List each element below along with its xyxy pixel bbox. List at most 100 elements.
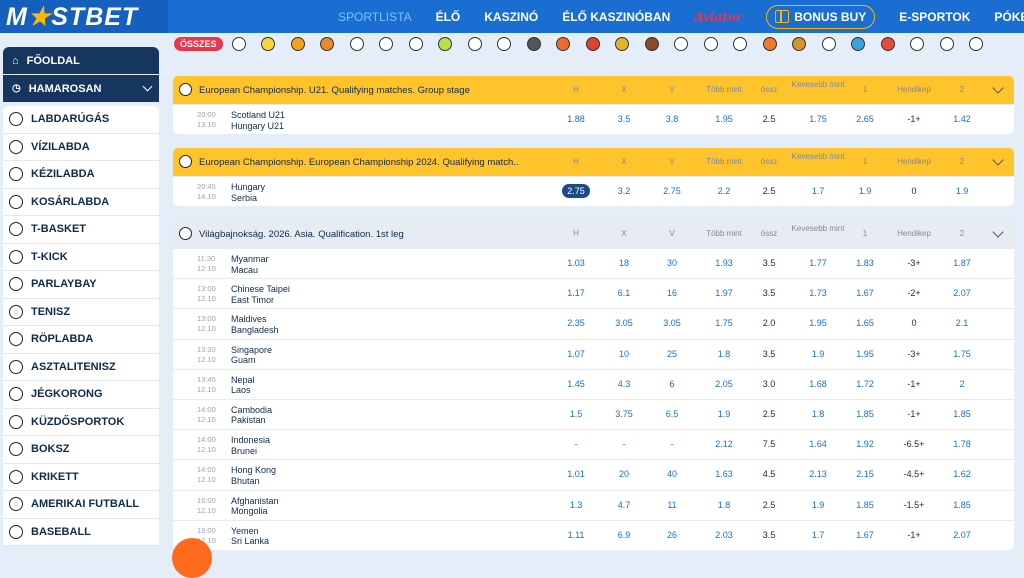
match-teams[interactable]: Hong Kong Bhutan <box>231 465 276 486</box>
volleyball-icon[interactable] <box>467 37 482 51</box>
chevron-down-icon[interactable] <box>992 82 1004 94</box>
chess-icon[interactable] <box>939 37 954 51</box>
filter-all-button[interactable]: ÖSSZES <box>174 37 223 51</box>
sidebar-item-cricket[interactable]: KRIKETT <box>3 463 159 491</box>
nav-e-sportok[interactable]: E-SPORTOK <box>899 10 970 24</box>
baseball-icon[interactable] <box>497 37 512 51</box>
nav-poker[interactable]: PÓKER <box>994 10 1024 24</box>
nav-sportlista[interactable]: SPORTLISTA <box>338 10 412 24</box>
baseball-icon[interactable] <box>674 37 689 51</box>
sidebar-item-tennis[interactable]: TENISZ <box>3 298 159 326</box>
match-teams[interactable]: Myanmar Macau <box>231 254 269 275</box>
odds-button[interactable]: 2 <box>932 379 992 389</box>
flag-icon[interactable] <box>733 37 748 51</box>
odds-button[interactable]: 6 <box>642 379 702 389</box>
bonus-buy-button[interactable]: BONUS BUY <box>766 4 876 29</box>
sidebar-item-table-tennis[interactable]: ASZTALITENISZ <box>3 353 159 381</box>
match-row[interactable]: 13:00 12.10 Chinese Taipei East Timor 1.17 6.… <box>173 278 1014 308</box>
sidebar-item-water-polo[interactable]: VÍZILABDA <box>3 133 159 161</box>
match-teams[interactable]: Nepal Laos <box>231 375 255 396</box>
esports-icon[interactable] <box>880 37 895 51</box>
match-teams[interactable]: Maldives Bangladesh <box>231 314 279 335</box>
odds-button[interactable]: 25 <box>642 349 702 359</box>
match-teams[interactable]: Chinese Taipei East Timor <box>231 284 290 305</box>
odds-button[interactable]: 2.1 <box>932 318 992 328</box>
basketball-icon[interactable] <box>320 37 335 51</box>
match-row[interactable]: 13:00 12.10 Maldives Bangladesh 2.35 3.05 3.05… <box>173 308 1014 338</box>
odds-button[interactable]: 2.07 <box>932 530 992 540</box>
cricket-icon[interactable] <box>615 37 630 51</box>
water-polo-icon[interactable] <box>851 37 866 51</box>
odds-button[interactable]: 30 <box>642 258 702 268</box>
sidebar-item-hockey[interactable]: JÉGKORONG <box>3 381 159 409</box>
sidebar-item-t-kick[interactable]: T-KICK <box>3 243 159 271</box>
american-football-icon[interactable] <box>644 37 659 51</box>
sidebar-item-boxing[interactable]: BOKSZ <box>3 436 159 464</box>
odds-button[interactable]: 1.62 <box>932 469 992 479</box>
badminton-icon[interactable] <box>821 37 836 51</box>
nav-aviator[interactable]: Aviator <box>694 10 742 24</box>
boxing-glove-icon[interactable] <box>585 37 600 51</box>
sidebar-item-martial-arts[interactable]: KÜZDŐSPORTOK <box>3 408 159 436</box>
handball-icon[interactable] <box>349 37 364 51</box>
odds-button[interactable]: 1.9 <box>932 186 992 196</box>
match-teams[interactable]: Yemen Sri Lanka <box>231 526 269 547</box>
match-teams[interactable]: Scotland U21 Hungary U21 <box>231 110 285 131</box>
match-row[interactable]: 19:00 12.10 Yemen Sri Lanka 1.11 6.9 26 2.03 3.5… <box>173 519 1014 550</box>
match-row[interactable]: 11:30 12.10 Myanmar Macau 1.03 18 30 1.93 3.5 1.7… <box>173 248 1014 278</box>
tennis-ball-icon[interactable] <box>438 37 453 51</box>
racing-icon[interactable] <box>703 37 718 51</box>
odds-button[interactable]: - <box>642 439 702 449</box>
odds-button[interactable]: 3.05 <box>642 318 702 328</box>
odds-button[interactable]: 26 <box>642 530 702 540</box>
match-row[interactable]: 20:45 14.10 Hungary Serbia 2.75 3.2 2.75 2.2 2.5… <box>173 176 1014 206</box>
odds-button[interactable]: 1.75 <box>932 349 992 359</box>
golf-icon[interactable] <box>910 37 925 51</box>
sidebar-item-baseball[interactable]: BASEBALL <box>3 518 159 546</box>
odds-button[interactable]: 1.42 <box>932 114 992 124</box>
volleyball-icon[interactable] <box>290 37 305 51</box>
match-teams[interactable]: Afghanistan Mongolia <box>231 496 279 517</box>
match-row[interactable]: 20:00 13.10 Scotland U21 Hungary U21 1.88 3.5… <box>173 104 1014 134</box>
odds-button[interactable]: 1.87 <box>932 258 992 268</box>
odds-button[interactable]: 2.75 <box>642 186 702 196</box>
league-header[interactable]: Világbajnokság. 2026. Asia. Qualificatio… <box>173 220 1014 248</box>
odds-button[interactable]: 40 <box>642 469 702 479</box>
boxing-icon[interactable] <box>556 37 571 51</box>
rugby-icon[interactable] <box>792 37 807 51</box>
snooker-icon[interactable] <box>762 37 777 51</box>
odds-button[interactable]: 3.8 <box>642 114 702 124</box>
nav-elo-kaszinoban[interactable]: ÉLŐ KASZINÓBAN <box>562 10 670 24</box>
match-teams[interactable]: Hungary Serbia <box>231 182 265 203</box>
match-teams[interactable]: Indonesia Brunei <box>231 435 270 456</box>
football-icon[interactable] <box>231 37 246 51</box>
league-header[interactable]: European Championship. European Champion… <box>173 148 1014 176</box>
sidebar-item-parlaybay[interactable]: PARLAYBAY <box>3 271 159 299</box>
odds-button[interactable]: 2.07 <box>932 288 992 298</box>
chevron-down-icon[interactable] <box>992 226 1004 238</box>
sidebar-item-volleyball[interactable]: RÖPLABDA <box>3 326 159 354</box>
sidebar-item-sportball[interactable]: LABDARÚGÁS <box>3 106 159 134</box>
odds-button[interactable]: 1.78 <box>932 439 992 449</box>
mostbet-logo[interactable]: M★STBET <box>6 4 138 30</box>
chevron-down-icon[interactable] <box>992 154 1004 166</box>
nav-kaszino[interactable]: KASZINÓ <box>484 10 538 24</box>
sidebar-item-basketball[interactable]: KOSÁRLABDA <box>3 188 159 216</box>
odds-button[interactable]: 1.85 <box>932 409 992 419</box>
hockey-icon[interactable] <box>526 37 541 51</box>
tennis-icon[interactable] <box>261 37 276 51</box>
match-teams[interactable]: Cambodia Pakistan <box>231 405 272 426</box>
chat-button[interactable] <box>172 538 212 578</box>
sidebar-home[interactable]: ⌂ FŐOLDAL <box>3 47 159 74</box>
nav-elo[interactable]: ÉLŐ <box>436 10 461 24</box>
match-row[interactable]: 14:00 12.10 Cambodia Pakistan 1.5 3.75 6.5 1.9 2… <box>173 398 1014 429</box>
match-row[interactable]: 14:00 12.10 Hong Kong Bhutan 1.01 20 40 1.63 4.5… <box>173 459 1014 489</box>
darts-icon[interactable] <box>969 37 984 51</box>
sidebar-item-t-basket[interactable]: T-BASKET <box>3 216 159 244</box>
match-row[interactable]: 13:30 12.10 Singapore Guam 1.07 10 25 1.8 3.5 1.9… <box>173 338 1014 369</box>
odds-button[interactable]: 11 <box>642 500 702 510</box>
odds-button[interactable]: 1.85 <box>932 500 992 510</box>
match-row[interactable]: 14:00 12.10 Indonesia Brunei - - -2.12 7.5 1.64 1… <box>173 429 1014 459</box>
sidebar-soon[interactable]: ◷ HAMAROSAN <box>3 75 159 102</box>
match-teams[interactable]: Singapore Guam <box>231 345 272 366</box>
